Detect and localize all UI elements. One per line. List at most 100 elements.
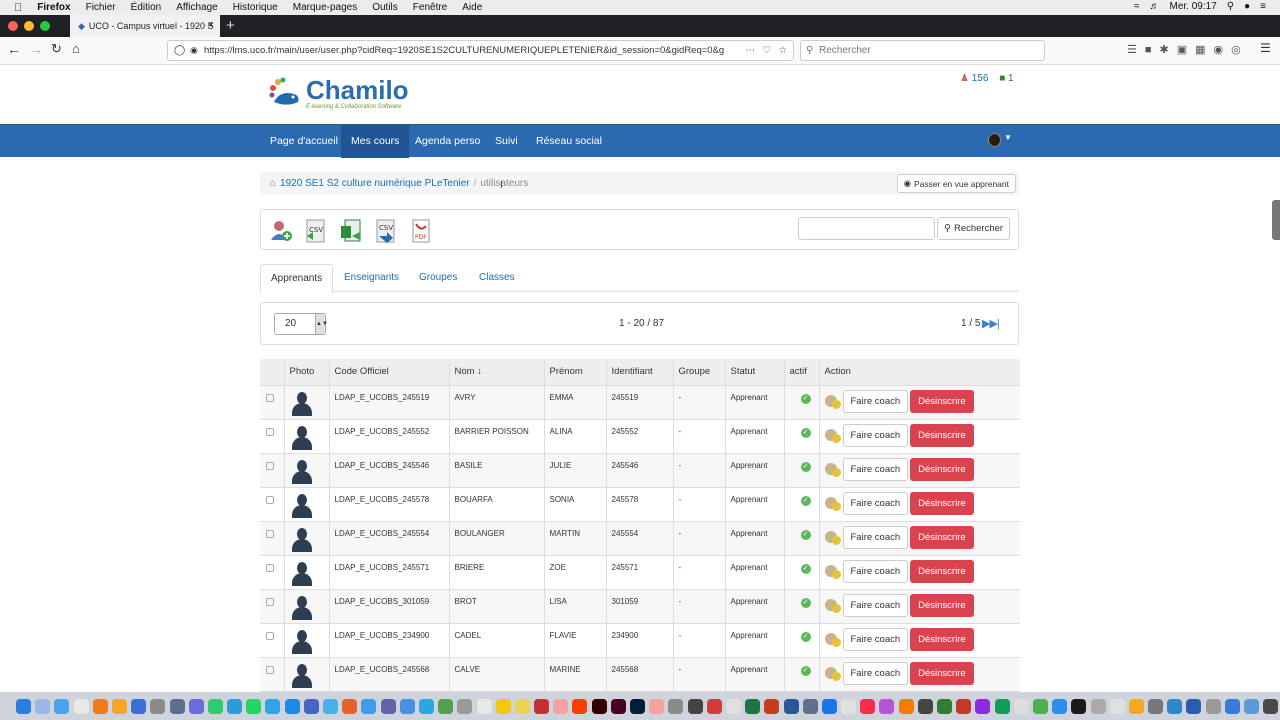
dock-app-icon[interactable] — [284, 698, 300, 714]
col-code[interactable]: Code Officiel — [328, 359, 449, 386]
menu-marque-pages[interactable]: Marque-pages — [293, 2, 357, 13]
dock-app-icon[interactable] — [764, 698, 780, 714]
dock-app-icon[interactable] — [879, 698, 895, 714]
dock-app-icon[interactable] — [342, 698, 358, 714]
dock-app-icon[interactable] — [1032, 698, 1048, 714]
dock-app-icon[interactable] — [303, 698, 319, 714]
export-pdf-icon[interactable]: PDF — [408, 218, 434, 244]
last-page-icon[interactable]: ▶| — [989, 318, 999, 330]
dock-app-icon[interactable] — [1090, 698, 1106, 714]
row-checkbox[interactable] — [266, 461, 274, 470]
unsubscribe-button[interactable]: Désinscrire — [910, 627, 974, 651]
dock-app-icon[interactable] — [745, 698, 761, 714]
make-coach-button[interactable]: Faire coach — [842, 423, 909, 447]
browser-extension-icons[interactable]: ☰■✱▣▦◉◎ — [1127, 43, 1249, 56]
dock-app-icon[interactable] — [841, 698, 857, 714]
dock-app-icon[interactable] — [1244, 698, 1259, 714]
dock-app-icon[interactable] — [553, 698, 569, 714]
dock-app-icon[interactable] — [150, 698, 166, 714]
col-prenom[interactable]: Prénom — [543, 359, 606, 386]
row-checkbox[interactable] — [266, 427, 274, 436]
active-check-icon[interactable]: ✓ — [800, 529, 811, 540]
dock-app-icon[interactable] — [994, 698, 1010, 714]
unsubscribe-button[interactable]: Désinscrire — [910, 423, 974, 447]
dock-app-icon[interactable] — [457, 698, 473, 714]
nav-suivi[interactable]: Suivi — [485, 125, 528, 158]
dock-app-icon[interactable] — [1109, 698, 1125, 714]
users-search-input[interactable] — [798, 217, 935, 240]
tab-classes[interactable]: Classes — [469, 264, 525, 292]
dock-app-icon[interactable] — [783, 698, 799, 714]
side-panel-tab[interactable] — [1272, 200, 1280, 240]
browser-tab[interactable]: ◆ UCO - Campus virtuel - 1920 S × — [70, 15, 220, 37]
window-zoom-icon[interactable] — [40, 21, 50, 31]
user-avatar-icon[interactable] — [291, 493, 313, 518]
dock-app-icon[interactable] — [418, 698, 434, 714]
unsubscribe-button[interactable]: Désinscrire — [910, 559, 974, 583]
row-checkbox[interactable] — [266, 665, 274, 674]
edit-user-icon[interactable] — [824, 597, 841, 613]
messages-count[interactable]: 1 — [1008, 73, 1014, 84]
dock-app-icon[interactable] — [1263, 698, 1279, 714]
dock-app-icon[interactable] — [1013, 698, 1029, 714]
tab-enseignants[interactable]: Enseignants — [334, 264, 409, 292]
user-avatar-icon[interactable] — [291, 391, 313, 416]
user-avatar-icon[interactable] — [291, 561, 313, 586]
edit-user-icon[interactable] — [824, 665, 841, 681]
dock-app-icon[interactable] — [668, 698, 684, 714]
import-csv-icon[interactable]: CSV — [303, 218, 329, 244]
make-coach-button[interactable]: Faire coach — [842, 525, 909, 549]
dock-app-icon[interactable] — [92, 698, 108, 714]
edit-user-icon[interactable] — [824, 563, 841, 579]
dock-app-icon[interactable] — [898, 698, 914, 714]
per-page-select[interactable]: 20 ▲▼ — [274, 313, 328, 335]
dock-app-icon[interactable] — [534, 698, 550, 714]
col-statut[interactable]: Statut — [724, 359, 784, 386]
apple-icon[interactable]:  — [14, 2, 22, 14]
nav-agenda-perso[interactable]: Agenda perso — [405, 125, 490, 158]
export-excel-icon[interactable] — [338, 218, 364, 244]
col-actif[interactable]: actif — [783, 359, 819, 386]
back-arrow-icon[interactable]: ← — [7, 41, 21, 57]
dock-app-icon[interactable] — [630, 698, 645, 714]
dock-app-icon[interactable] — [438, 698, 454, 714]
dock-app-icon[interactable] — [188, 698, 204, 714]
make-coach-button[interactable]: Faire coach — [842, 559, 909, 583]
nav-mes-cours[interactable]: Mes cours — [341, 125, 410, 158]
row-checkbox[interactable] — [266, 631, 274, 640]
dock-app-icon[interactable] — [1167, 698, 1183, 714]
dock-app-icon[interactable] — [706, 698, 722, 714]
select-arrows-icon[interactable]: ▲▼ — [315, 314, 328, 334]
active-check-icon[interactable]: ✓ — [800, 631, 811, 642]
dock-app-icon[interactable] — [860, 698, 876, 714]
menu-aide[interactable]: Aide — [462, 2, 482, 13]
shield-icon[interactable]: ◯ — [174, 45, 185, 56]
user-avatar-icon[interactable] — [291, 425, 313, 450]
window-minimize-icon[interactable] — [24, 21, 34, 31]
dock-app-icon[interactable] — [16, 698, 31, 714]
dock-app-icon[interactable] — [687, 698, 703, 714]
dock-app-icon[interactable] — [495, 698, 511, 714]
col-nom[interactable]: Nom ↓ — [448, 359, 544, 386]
new-tab-icon[interactable]: + — [226, 17, 235, 34]
users-online-icon[interactable]: ♟ — [960, 73, 969, 84]
dock-app-icon[interactable] — [1224, 698, 1240, 714]
pocket-icon[interactable]: ♡ — [762, 45, 771, 56]
wifi-icon[interactable]: ≈ — [1134, 1, 1140, 12]
dock-app-icon[interactable] — [323, 698, 338, 714]
dock-app-icon[interactable] — [514, 698, 530, 714]
spotlight-search-icon[interactable]: ⚲ — [1227, 1, 1234, 12]
user-avatar[interactable] — [988, 133, 1001, 147]
row-checkbox[interactable] — [266, 563, 274, 572]
chat-icon[interactable]: ■ — [999, 73, 1005, 84]
row-checkbox[interactable] — [266, 393, 274, 402]
dock-app-icon[interactable] — [1071, 698, 1087, 714]
window-close-icon[interactable] — [8, 21, 18, 31]
unsubscribe-button[interactable]: Désinscrire — [910, 593, 974, 617]
hamburger-menu-icon[interactable]: ☰ — [1260, 41, 1271, 55]
dock-app-icon[interactable] — [361, 698, 377, 714]
dock-app-icon[interactable] — [572, 698, 588, 714]
row-checkbox[interactable] — [266, 597, 274, 606]
active-check-icon[interactable]: ✓ — [800, 393, 811, 404]
edit-user-icon[interactable] — [824, 631, 841, 647]
